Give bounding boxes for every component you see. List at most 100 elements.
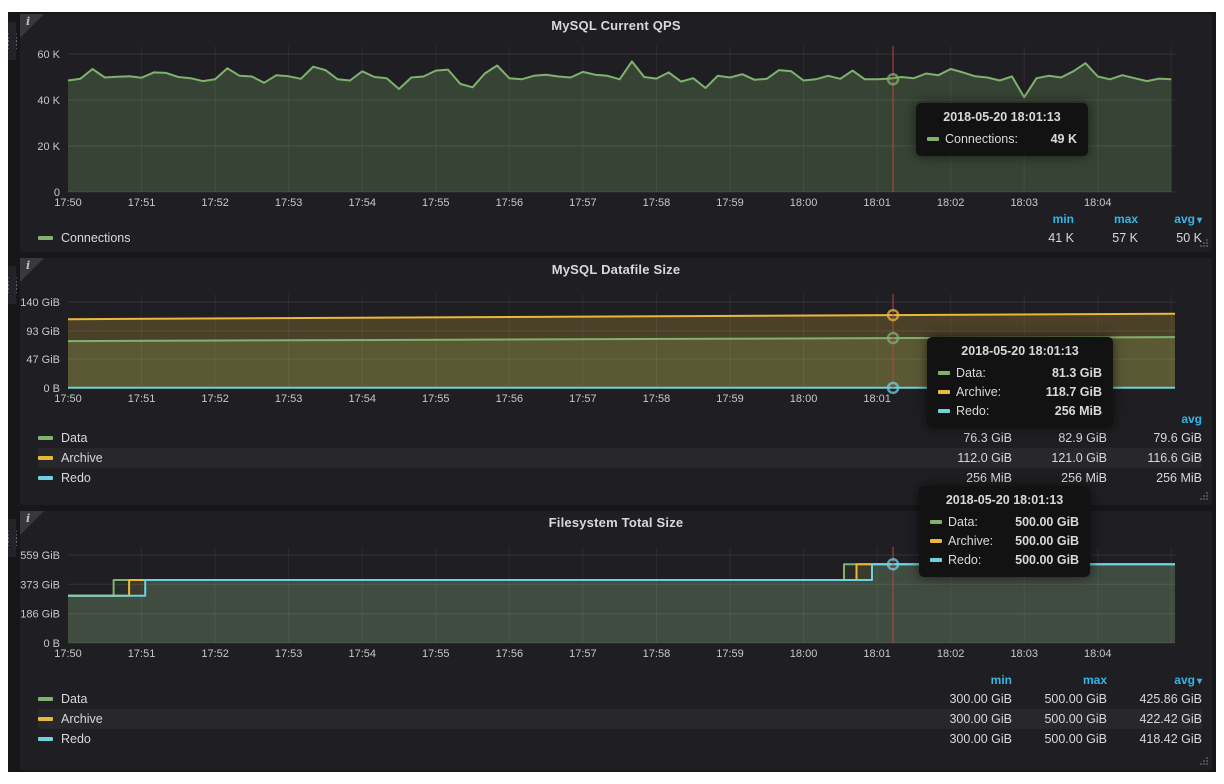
stat-avg-value: 418.42 GiB [1107,732,1202,746]
tooltip-row: Data: 81.3 GiB [938,363,1102,382]
panel-resize-handle[interactable] [1198,756,1209,767]
x-axis-tick-label: 17:55 [422,393,450,405]
x-axis-tick-label: 17:54 [348,197,376,209]
tooltip-series-label: Redo: [956,404,989,418]
panel-drag-handle[interactable]: ⋮⋮⋮⋮⋮⋮ [8,266,16,304]
legend-row-archive: Archive 112.0 GiB 121.0 GiB 116.6 GiB [38,448,1202,468]
y-axis-tick-label: 373 GiB [20,579,60,591]
stat-avg-value: 422.42 GiB [1107,712,1202,726]
sort-max-header[interactable]: max [1074,212,1138,226]
series-color-dash [938,371,950,375]
panel-title[interactable]: MySQL Datafile Size [20,258,1212,282]
series-color-dash [930,520,942,524]
x-axis-tick-label: 17:52 [201,197,229,209]
sort-max-header[interactable]: max [1012,673,1107,687]
x-axis-tick-label: 17:54 [348,648,376,660]
legend-item-data[interactable]: Data [38,692,87,706]
tooltip-row: Data: 500.00 GiB [930,512,1079,531]
legend-row-connections: Connections 41 K 57 K 50 K [38,228,1202,248]
tooltip-series-value: 500.00 GiB [999,515,1079,529]
series-color-dash [38,236,53,240]
legend-item-connections[interactable]: Connections [38,231,131,245]
x-axis-tick-label: 18:00 [790,197,818,209]
x-axis-tick-label: 18:04 [1084,648,1112,660]
x-axis-tick-label: 17:53 [275,393,303,405]
x-axis-tick-label: 18:00 [790,393,818,405]
x-axis-tick-label: 17:59 [716,648,744,660]
legend-item-data[interactable]: Data [38,431,87,445]
x-axis-tick-label: 17:53 [275,197,303,209]
tooltip-series-label: Redo: [948,553,981,567]
legend-item-archive[interactable]: Archive [38,451,103,465]
tooltip-timestamp: 2018-05-20 18:01:13 [927,110,1077,124]
legend-item-redo[interactable]: Redo [38,732,91,746]
stat-avg-value: 79.6 GiB [1107,431,1202,445]
panel-title[interactable]: MySQL Current QPS [20,14,1212,38]
x-axis-tick-label: 17:55 [422,197,450,209]
stat-min-value: 41 K [1010,231,1074,245]
panel-drag-handle[interactable]: ⋮⋮⋮⋮⋮⋮ [8,22,16,60]
tooltip-series-value: 500.00 GiB [999,534,1079,548]
y-axis-tick-label: 47 GiB [26,354,60,366]
x-axis-tick-label: 17:50 [54,393,82,405]
x-axis-tick-label: 17:51 [128,393,156,405]
legend-item-redo[interactable]: Redo [38,471,91,485]
x-axis-tick-label: 17:56 [496,648,524,660]
sort-avg-header[interactable]: avg▾ [1107,673,1202,687]
tooltip-series-label: Archive: [948,534,993,548]
drag-dots-icon: ⋮⋮⋮⋮⋮⋮ [4,532,20,544]
legend-label: Redo [61,471,91,485]
stat-min-value: 300.00 GiB [917,732,1012,746]
legend-table: min max avg▾ Connections 41 K 57 K 50 K [20,210,1212,248]
x-axis-tick-label: 17:57 [569,648,597,660]
stat-max-value: 121.0 GiB [1012,451,1107,465]
sort-min-header[interactable]: min [1010,212,1074,226]
panel-resize-handle[interactable] [1198,238,1209,249]
panel-info-icon[interactable]: i [20,511,44,535]
x-axis-tick-label: 17:52 [201,393,229,405]
series-color-dash [938,409,950,413]
stat-min-value: 76.3 GiB [917,431,1012,445]
sort-avg-header[interactable]: avg [1107,412,1202,426]
x-axis-tick-label: 17:53 [275,648,303,660]
legend-stats-header: min max avg▾ [38,671,1202,689]
x-axis-tick-label: 17:50 [54,197,82,209]
legend-label: Connections [61,231,131,245]
stat-max-value: 500.00 GiB [1012,712,1107,726]
sort-avg-header[interactable]: avg▾ [1138,212,1202,226]
tooltip-row: Archive: 500.00 GiB [930,531,1079,550]
tooltip-timestamp: 2018-05-20 18:01:13 [930,493,1079,507]
panel-info-icon[interactable]: i [20,14,44,38]
tooltip-series-label: Data: [956,366,986,380]
x-axis-tick-label: 18:01 [863,393,891,405]
legend-item-archive[interactable]: Archive [38,712,103,726]
y-axis-tick-label: 186 GiB [20,609,60,621]
panel-info-icon[interactable]: i [20,258,44,282]
panel-drag-handle[interactable]: ⋮⋮⋮⋮⋮⋮ [8,519,16,557]
x-axis-tick-label: 17:50 [54,648,82,660]
tooltip-series-value: 81.3 GiB [1036,366,1102,380]
y-axis-tick-label: 60 K [37,49,60,61]
series-color-dash [930,539,942,543]
x-axis-tick-label: 17:58 [643,197,671,209]
series-color-dash [38,737,53,741]
x-axis-tick-label: 18:02 [937,197,965,209]
series-color-dash [38,476,53,480]
x-axis-tick-label: 17:56 [496,197,524,209]
stat-avg-value: 116.6 GiB [1107,451,1202,465]
series-color-dash [930,558,942,562]
x-axis-tick-label: 17:56 [496,393,524,405]
legend-label: Data [61,431,87,445]
y-axis-tick-label: 40 K [37,95,60,107]
tooltip-series-label: Connections: [945,132,1018,146]
legend-row-redo: Redo 256 MiB 256 MiB 256 MiB [38,468,1202,488]
panel-resize-handle[interactable] [1198,491,1209,502]
series-color-dash [927,137,939,141]
sort-min-header[interactable]: min [917,673,1012,687]
stat-avg-value: 50 K [1138,231,1202,245]
x-axis-tick-label: 18:02 [937,648,965,660]
tooltip-series-label: Data: [948,515,978,529]
x-axis-tick-label: 18:00 [790,648,818,660]
y-axis-tick-label: 20 K [37,141,60,153]
tooltip-row: Archive: 118.7 GiB [938,382,1102,401]
